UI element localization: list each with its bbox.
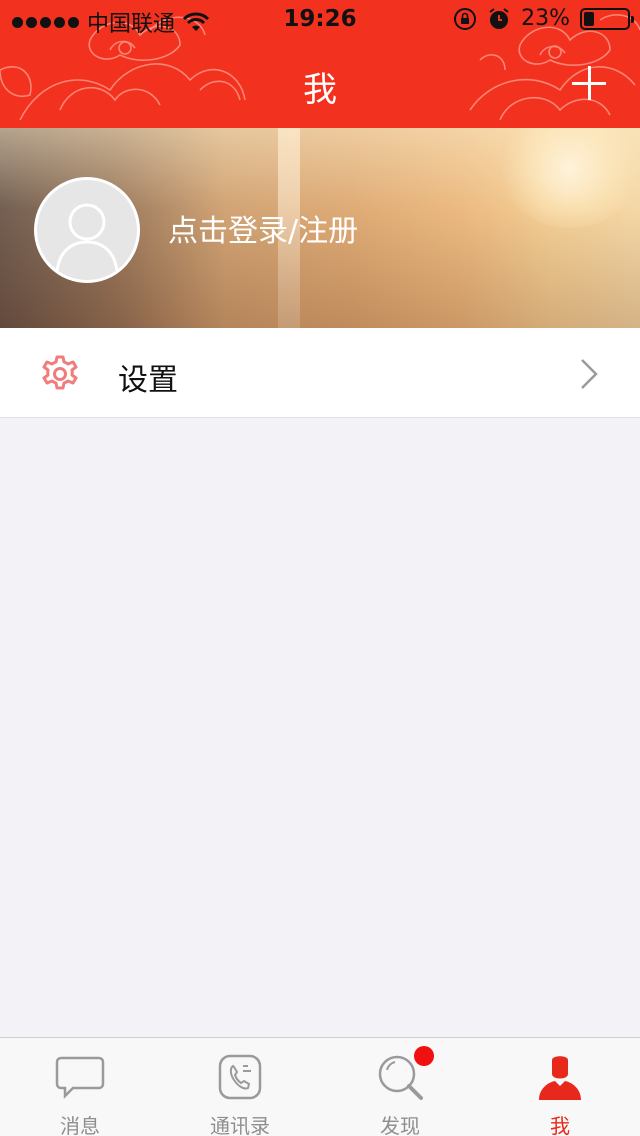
default-avatar-icon[interactable] bbox=[34, 177, 140, 283]
person-icon bbox=[539, 1056, 581, 1100]
notification-dot bbox=[414, 1046, 434, 1066]
phone-book-icon bbox=[218, 1054, 262, 1100]
status-bar: 中国联通 19:26 23% bbox=[0, 0, 640, 40]
tab-label: 发现 bbox=[380, 1114, 420, 1136]
rotation-lock-icon bbox=[454, 7, 477, 30]
settings-label: 设置 bbox=[118, 363, 178, 398]
add-button[interactable] bbox=[572, 66, 606, 100]
tab-label: 消息 bbox=[60, 1114, 100, 1136]
chevron-right-icon bbox=[581, 359, 598, 389]
tab-contacts[interactable]: 通讯录 bbox=[160, 1038, 320, 1136]
tab-label: 我 bbox=[550, 1114, 570, 1136]
page-title: 我 bbox=[303, 70, 337, 110]
app-header: 中国联通 19:26 23% 我 bbox=[0, 0, 640, 128]
profile-banner[interactable]: 点击登录/注册 bbox=[0, 128, 640, 328]
tab-me[interactable]: 我 bbox=[480, 1038, 640, 1136]
battery-percentage: 23% bbox=[521, 6, 570, 31]
battery-icon bbox=[580, 7, 634, 30]
tab-label: 通讯录 bbox=[210, 1114, 270, 1136]
tab-messages[interactable]: 消息 bbox=[0, 1038, 160, 1136]
gear-icon bbox=[42, 355, 78, 390]
person-silhouette-icon bbox=[55, 203, 119, 273]
chat-bubble-icon bbox=[55, 1056, 105, 1100]
settings-row[interactable]: 设置 bbox=[0, 328, 640, 418]
tab-discover[interactable]: 发现 bbox=[320, 1038, 480, 1136]
tab-bar: 消息 通讯录 发现 我 bbox=[0, 1037, 640, 1136]
alarm-icon bbox=[489, 7, 509, 29]
login-register-link[interactable]: 点击登录/注册 bbox=[168, 206, 358, 250]
